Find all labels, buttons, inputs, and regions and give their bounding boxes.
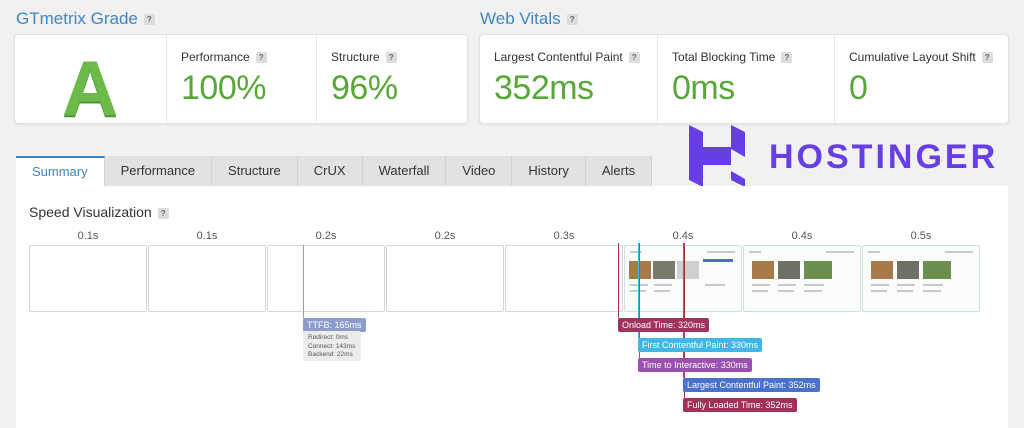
fcp-marker[interactable]: First Contentful Paint: 330ms — [638, 338, 763, 352]
tab-history[interactable]: History — [512, 156, 586, 186]
lcp-marker[interactable]: Largest Contentful Paint: 352ms — [683, 378, 820, 392]
tab-waterfall[interactable]: Waterfall — [362, 156, 447, 186]
filmstrip-frame[interactable] — [743, 245, 861, 312]
frame-time-label: 0.1s — [77, 230, 99, 242]
tab-alerts[interactable]: Alerts — [585, 156, 653, 186]
ttfb-breakdown: Redirect: 0ms Connect: 143ms Backend: 22… — [303, 331, 361, 361]
help-icon[interactable]: ? — [157, 207, 169, 219]
page-image-thumb — [677, 261, 699, 279]
frame-time-label: 0.1s — [196, 230, 218, 242]
onload-marker[interactable]: Onload Time: 320ms — [618, 318, 710, 332]
grade-card: A Performance? 100% Structure? 96% — [14, 34, 468, 132]
cls-label: Cumulative Layout Shift — [849, 50, 976, 64]
performance-cell: Performance? 100% — [166, 35, 317, 123]
performance-label: Performance — [181, 50, 250, 64]
report-tabs: Summary Performance Structure CrUX Water… — [16, 156, 653, 186]
filmstrip-frame[interactable] — [267, 245, 385, 312]
filmstrip-frame[interactable] — [29, 245, 147, 312]
help-icon[interactable]: ? — [628, 52, 640, 64]
frame-time-label: 0.2s — [434, 230, 456, 242]
help-icon[interactable]: ? — [781, 52, 793, 64]
lcp-label: Largest Contentful Paint — [494, 50, 623, 64]
page-image-thumb — [804, 261, 832, 279]
structure-label: Structure — [331, 50, 380, 64]
page-image-thumb — [897, 261, 919, 279]
page-image-thumb — [871, 261, 893, 279]
tbt-label: Total Blocking Time — [672, 50, 776, 64]
frame-time-label: 0.4s — [672, 230, 694, 242]
lcp-value: 352ms — [494, 69, 594, 107]
gtmetrix-grade-title: GTmetrix Grade? — [16, 9, 155, 29]
tti-marker[interactable]: Time to Interactive: 330ms — [638, 358, 752, 372]
fully-loaded-marker[interactable]: Fully Loaded Time: 352ms — [683, 398, 797, 412]
hostinger-logo-icon — [689, 125, 745, 187]
web-vitals-title: Web Vitals? — [480, 9, 578, 29]
frame-time-label: 0.2s — [315, 230, 337, 242]
filmstrip-frame[interactable] — [386, 245, 504, 312]
page-image-thumb — [752, 261, 774, 279]
tab-structure[interactable]: Structure — [212, 156, 298, 186]
tab-crux[interactable]: CrUX — [297, 156, 363, 186]
frame-time-label: 0.3s — [553, 230, 575, 242]
help-icon[interactable]: ? — [385, 52, 397, 64]
tab-video[interactable]: Video — [446, 156, 513, 186]
lcp-cell: Largest Contentful Paint? 352ms — [480, 35, 657, 123]
help-icon[interactable]: ? — [143, 14, 155, 26]
cls-cell: Cumulative Layout Shift? 0 — [834, 35, 1009, 123]
tbt-cell: Total Blocking Time? 0ms — [657, 35, 835, 123]
grade-letter: A — [61, 44, 119, 132]
speed-visualization-title: Speed Visualization? — [29, 204, 169, 220]
onload-line — [618, 243, 619, 318]
page-image-thumb — [778, 261, 800, 279]
hostinger-logo-text: HOSTINGER — [769, 138, 999, 176]
ttfb-line — [303, 245, 304, 318]
frame-time-label: 0.5s — [910, 230, 932, 242]
help-icon[interactable]: ? — [566, 14, 578, 26]
structure-cell: Structure? 96% — [316, 35, 468, 123]
cls-value: 0 — [849, 69, 868, 107]
help-icon[interactable]: ? — [255, 52, 267, 64]
performance-value: 100% — [181, 69, 266, 107]
page-image-thumb — [653, 261, 675, 279]
structure-value: 96% — [331, 69, 398, 107]
filmstrip-frame[interactable] — [148, 245, 266, 312]
help-icon[interactable]: ? — [981, 52, 993, 64]
ttfb-marker[interactable]: TTFB: 165ms — [303, 318, 366, 332]
frame-time-label: 0.4s — [791, 230, 813, 242]
web-vitals-card: Largest Contentful Paint? 352ms Total Bl… — [479, 34, 1009, 124]
filmstrip-frame[interactable] — [862, 245, 980, 312]
page-image-thumb — [629, 261, 651, 279]
page-image-thumb — [923, 261, 951, 279]
tab-performance[interactable]: Performance — [104, 156, 213, 186]
tbt-value: 0ms — [672, 69, 735, 107]
tab-summary[interactable]: Summary — [16, 156, 105, 186]
filmstrip-frame[interactable] — [505, 245, 623, 312]
grade-cell: A — [15, 35, 165, 132]
